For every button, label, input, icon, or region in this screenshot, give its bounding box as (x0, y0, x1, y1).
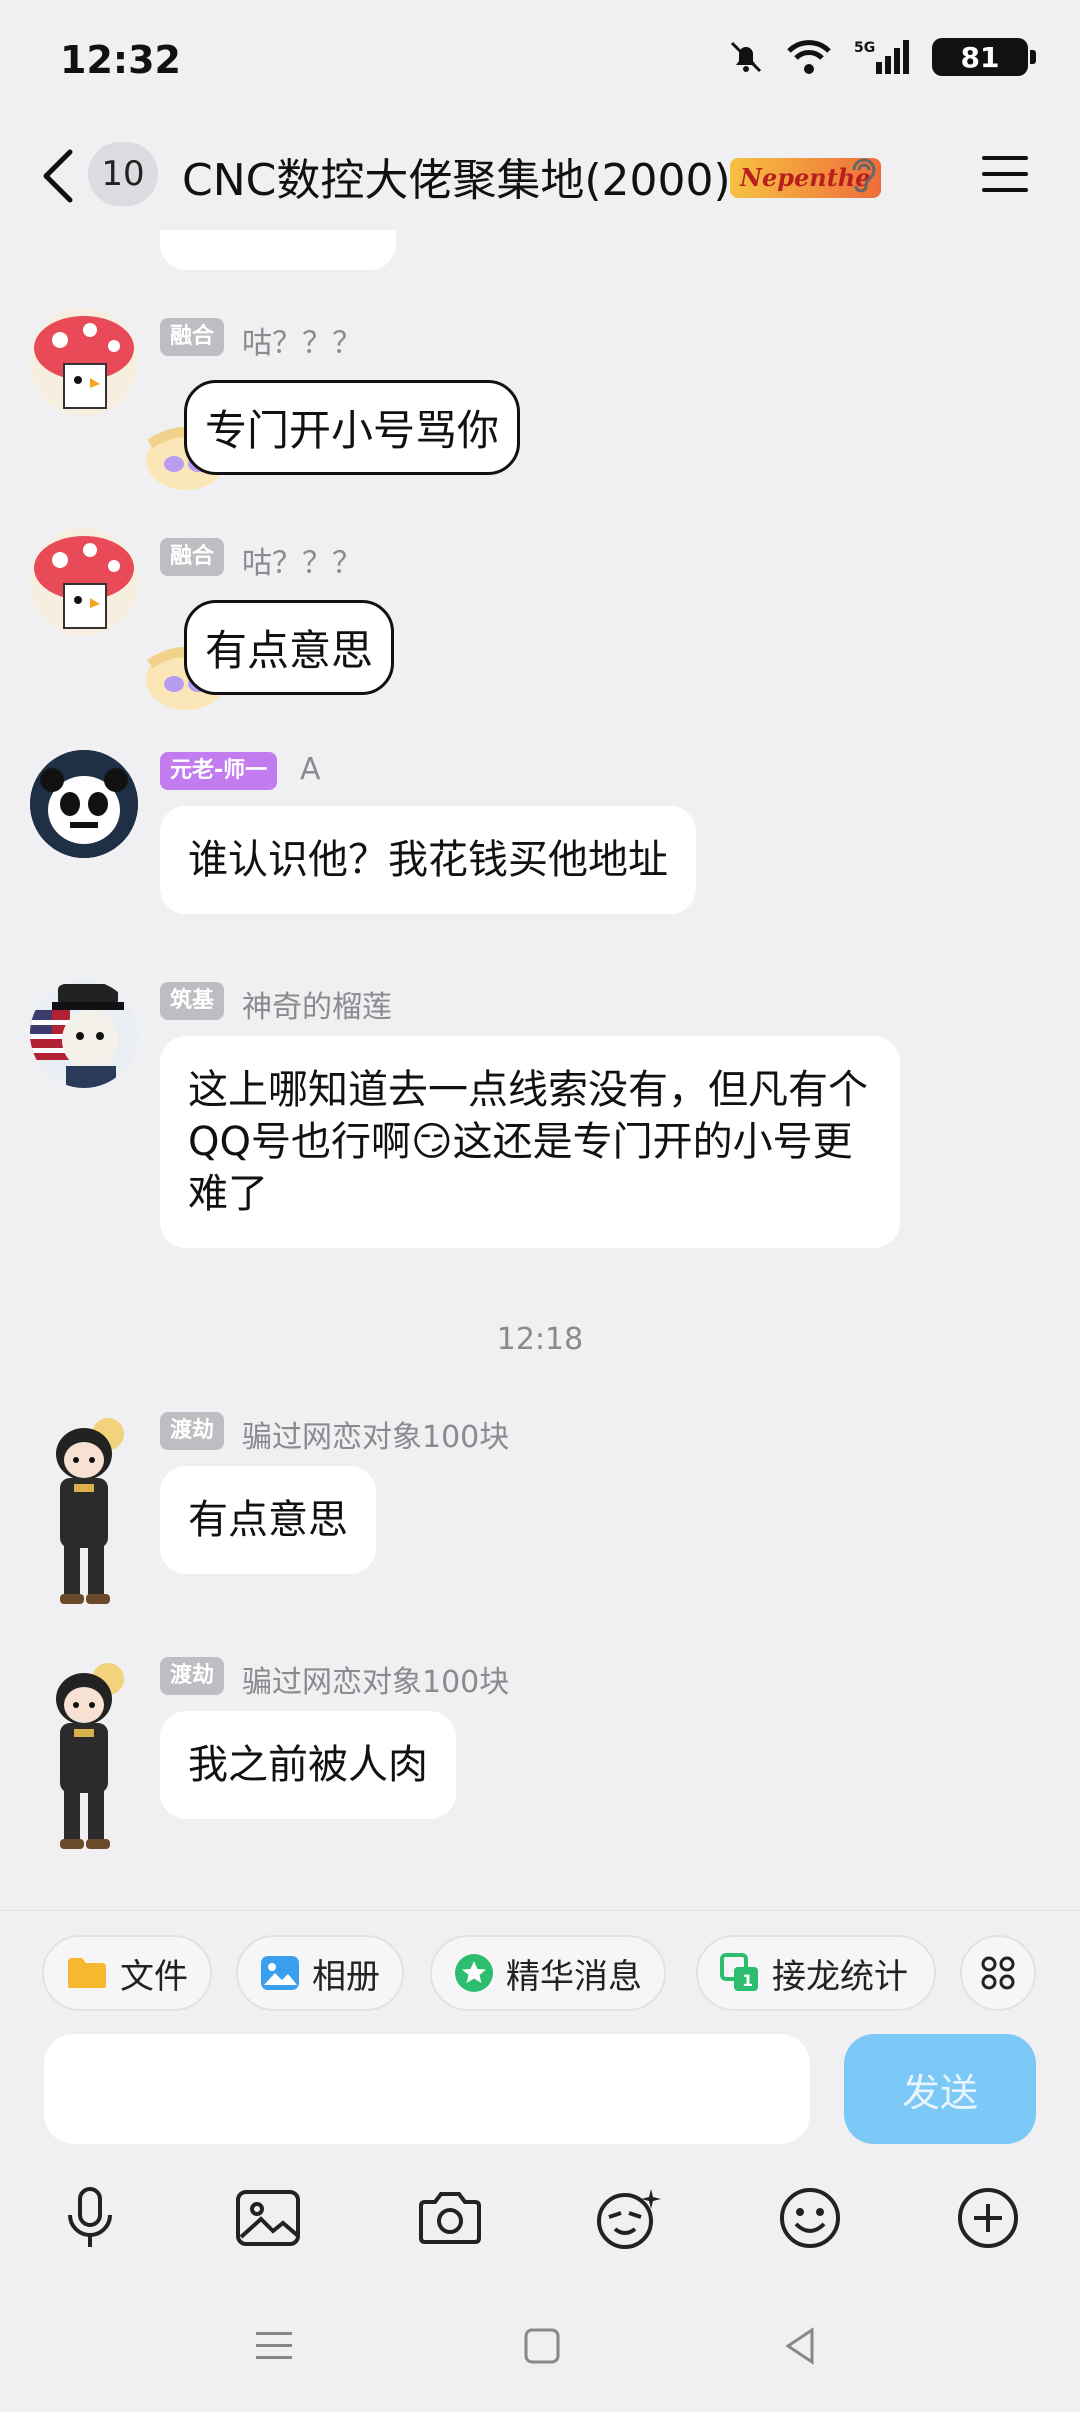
member-role-badge: 筑基 (160, 982, 225, 1020)
unread-count-badge[interactable]: 10 (88, 142, 158, 206)
wifi-icon (786, 39, 832, 75)
message-item: 筑基 神奇的榴莲 这上哪知道去一点线索没有，但凡有个QQ号也行啊😏这还是专门开的… (0, 980, 1080, 1280)
shortcut-label: 接龙统计 (772, 1956, 908, 1997)
member-role-badge: 融合 (160, 318, 225, 356)
mushroom-avatar-icon (30, 528, 138, 636)
sticker-text: 有点意思 (184, 600, 395, 695)
mushroom-avatar-icon (30, 308, 138, 416)
message-input[interactable] (44, 2034, 810, 2144)
chat-message-list[interactable]: 融合 咕？？？ 专门开小号骂你 融合 咕？？？ 有点意思 元老-师一 A 谁认识… (0, 230, 1080, 1910)
member-role-badge: 渡劫 (160, 1412, 225, 1450)
shortcut-relay-stats[interactable]: 1 接龙统计 (696, 1935, 936, 2011)
home-button[interactable] (522, 2326, 562, 2370)
svg-text:1: 1 (742, 1971, 753, 1990)
back-triangle-icon (785, 2327, 814, 2365)
shortcut-label: 文件 (120, 1956, 188, 1997)
back-button[interactable] (36, 146, 82, 206)
message-item: 渡劫 骗过网恋对象100块 我之前被人肉 (0, 1655, 1080, 1875)
member-nickname[interactable]: A (300, 752, 321, 787)
avatar[interactable] (30, 308, 138, 416)
message-bubble[interactable]: 我之前被人肉 (160, 1711, 456, 1819)
signal-icon: 5G (854, 38, 910, 76)
shortcut-bar: 文件 相册 精华消息 1 接龙统计 (0, 1910, 1080, 2030)
avatar[interactable] (30, 1410, 138, 1610)
input-toolbar (0, 2160, 1080, 2270)
chibi-avatar-icon (56, 1418, 124, 1604)
sticker-text: 专门开小号骂你 (184, 380, 521, 475)
back-nav-button[interactable] (780, 2326, 820, 2370)
member-role-badge: 元老-师一 (160, 752, 278, 790)
relay-icon: 1 (720, 1953, 758, 1991)
partial-message-bubble (160, 230, 396, 270)
status-time: 12:32 (60, 38, 181, 82)
member-nickname[interactable]: 骗过网恋对象100块 (242, 1412, 509, 1456)
more-shortcuts-button[interactable] (960, 1935, 1036, 2011)
group-title[interactable]: CNC数控大佬聚集地(2000) (182, 144, 731, 208)
shortcut-featured[interactable]: 精华消息 (430, 1935, 666, 2011)
member-nickname[interactable]: 咕？？？ (242, 538, 362, 582)
svg-text:5G: 5G (854, 40, 875, 56)
message-bubble[interactable]: 谁认识他？我花钱买他地址 (160, 806, 696, 914)
avatar[interactable] (30, 1655, 138, 1855)
smile-icon[interactable] (772, 2180, 848, 2256)
chat-header: 10 CNC数控大佬聚集地(2000) Nepenthe (0, 120, 1080, 230)
character-avatar-icon (30, 980, 138, 1088)
system-nav-bar (0, 2290, 1080, 2412)
input-row: 发送 (0, 2030, 1080, 2160)
hamburger-icon (982, 156, 1028, 192)
plus-icon[interactable] (950, 2180, 1026, 2256)
avatar[interactable] (30, 750, 138, 858)
message-bubble[interactable]: 这上哪知道去一点线索没有，但凡有个QQ号也行啊😏这还是专门开的小号更难了 (160, 1036, 900, 1248)
member-role-badge: 渡劫 (160, 1657, 225, 1695)
panda-avatar-icon (30, 750, 138, 858)
message-bubble[interactable]: 有点意思 (160, 1466, 376, 1574)
message-item: 元老-师一 A 谁认识他？我花钱买他地址 (0, 750, 1080, 950)
photo-album-icon (261, 1956, 299, 1990)
menu-lines-icon (256, 2332, 292, 2359)
mic-icon[interactable] (52, 2180, 128, 2256)
shortcut-label: 精华消息 (506, 1956, 642, 1997)
member-nickname[interactable]: 神奇的榴莲 (242, 982, 392, 1026)
time-divider: 12:18 (496, 1322, 584, 1357)
shortcut-files[interactable]: 文件 (42, 1935, 212, 2011)
back-arrow-icon (43, 149, 73, 203)
recent-apps-button[interactable] (254, 2326, 294, 2370)
send-button[interactable]: 发送 (844, 2034, 1036, 2144)
member-nickname[interactable]: 咕？？？ (242, 318, 362, 362)
shortcut-label: 相册 (312, 1956, 380, 1997)
message-item: 融合 咕？？？ 有点意思 (0, 500, 1080, 720)
star-badge-icon (455, 1954, 493, 1992)
folder-icon (68, 1958, 106, 1988)
status-icons: 5G 81 (728, 38, 1036, 76)
avatar[interactable] (30, 528, 138, 636)
camera-icon[interactable] (412, 2180, 488, 2256)
shortcut-album[interactable]: 相册 (236, 1935, 404, 2011)
battery-indicator: 81 (932, 38, 1036, 76)
grid-icon (981, 1956, 1015, 1990)
square-icon (524, 2328, 560, 2364)
chibi-avatar-icon (56, 1663, 124, 1849)
member-nickname[interactable]: 骗过网恋对象100块 (242, 1657, 509, 1701)
mute-icon (728, 39, 764, 75)
status-bar: 12:32 5G 81 (0, 0, 1080, 120)
avatar[interactable] (30, 980, 138, 1088)
member-role-badge: 融合 (160, 538, 225, 576)
message-item: 渡劫 骗过网恋对象100块 有点意思 (0, 1410, 1080, 1630)
image-icon[interactable] (230, 2180, 306, 2256)
message-item: 融合 咕？？？ 专门开小号骂你 (0, 280, 1080, 500)
emoji-plus-icon[interactable] (590, 2180, 666, 2256)
ear-icon[interactable] (846, 156, 880, 200)
menu-button[interactable] (980, 152, 1030, 200)
